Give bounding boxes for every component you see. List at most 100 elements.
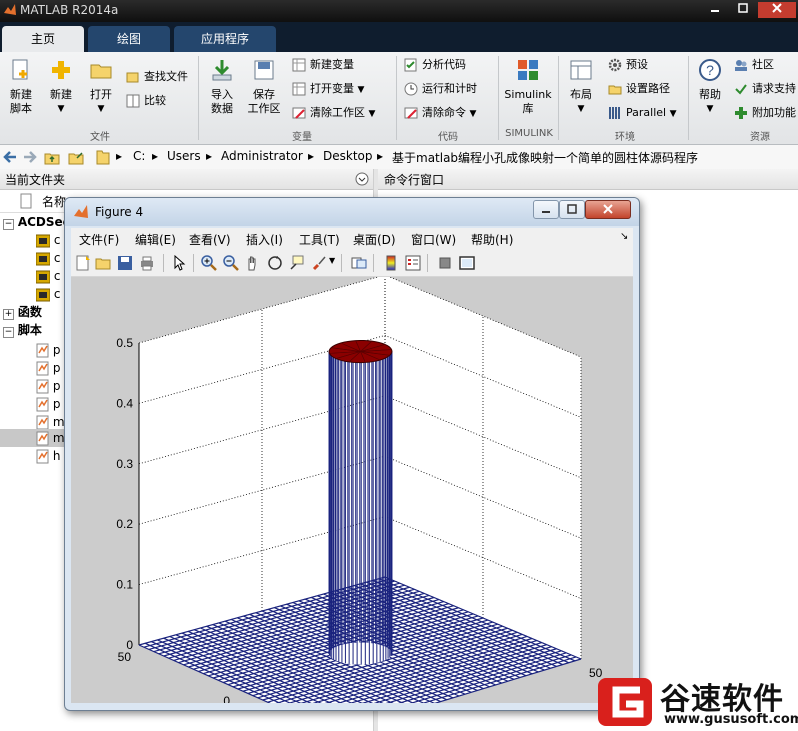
- menu-desktop[interactable]: 桌面(D): [353, 231, 396, 248]
- link-plot-icon[interactable]: [351, 255, 367, 271]
- list-item-selected[interactable]: m: [36, 429, 65, 447]
- ribbon-divider: [558, 56, 559, 140]
- parallel-button[interactable]: Parallel ▼: [608, 104, 677, 122]
- list-item[interactable]: c: [35, 249, 60, 267]
- open-variable-button[interactable]: 打开变量 ▼: [292, 80, 364, 98]
- print-icon[interactable]: [139, 255, 155, 271]
- pointer-icon[interactable]: [171, 255, 187, 271]
- preferences-button[interactable]: 预设: [608, 56, 648, 74]
- brush-icon[interactable]: [311, 255, 327, 271]
- script-file-icon: [36, 397, 49, 412]
- new-figure-icon[interactable]: [75, 255, 91, 271]
- figure-maximize-button[interactable]: [559, 200, 585, 219]
- community-label: 社区: [752, 58, 774, 71]
- save-workspace-button[interactable]: 保存 工作区: [244, 58, 284, 116]
- collapse-icon[interactable]: −: [3, 327, 14, 338]
- figure-title-bar[interactable]: Figure 4: [65, 198, 639, 226]
- breadcrumb-administrator[interactable]: Administrator: [221, 149, 303, 163]
- new-button[interactable]: 新建 ▼: [42, 58, 80, 116]
- toolbar-separator: [163, 254, 164, 272]
- list-item[interactable]: h: [36, 447, 60, 465]
- back-arrow-icon[interactable]: [2, 150, 18, 164]
- maximize-button[interactable]: [730, 2, 756, 18]
- image-file-icon: [35, 270, 51, 283]
- open-file-icon[interactable]: [95, 255, 111, 271]
- tree-group-functions[interactable]: + 函数: [3, 303, 42, 321]
- add-ons-button[interactable]: 附加功能: [734, 104, 796, 122]
- open-button[interactable]: 打开 ▼: [82, 58, 120, 116]
- layout-button[interactable]: 布局 ▼: [562, 58, 600, 116]
- list-item-label: p: [52, 379, 61, 393]
- list-item[interactable]: p: [36, 359, 60, 377]
- browse-folder-icon[interactable]: [68, 149, 84, 165]
- brush-dropdown-icon[interactable]: ▼: [329, 256, 335, 265]
- import-data-button[interactable]: 导入 数据: [202, 58, 242, 116]
- breadcrumb-project-folder[interactable]: 基于matlab编程小孔成像映射一个简单的圆柱体源码程序: [392, 149, 698, 166]
- hide-plot-tools-icon[interactable]: [437, 255, 453, 271]
- list-item-label: p: [52, 343, 61, 357]
- help-button[interactable]: ? 帮助 ▼: [692, 58, 728, 116]
- clear-commands-button[interactable]: 清除命令 ▼: [404, 104, 476, 122]
- list-item[interactable]: p: [36, 377, 60, 395]
- command-window-header: 命令行窗口: [378, 169, 798, 190]
- community-button[interactable]: 社区: [734, 56, 774, 74]
- menu-window[interactable]: 窗口(W): [411, 231, 456, 248]
- new-script-button[interactable]: 新建 脚本: [2, 58, 40, 116]
- legend-icon[interactable]: [405, 255, 421, 271]
- list-item[interactable]: p: [36, 395, 60, 413]
- pane-menu-icon[interactable]: [355, 172, 369, 186]
- tree-group-acdsee[interactable]: − ACDSee: [3, 213, 71, 231]
- menu-insert[interactable]: 插入(I): [246, 231, 283, 248]
- compare-button[interactable]: 比较: [126, 92, 166, 110]
- window-title-bar: MATLAB R2014a: [0, 0, 798, 22]
- show-plot-tools-icon[interactable]: [459, 255, 475, 271]
- save-icon[interactable]: [117, 255, 133, 271]
- menu-view[interactable]: 查看(V): [189, 231, 231, 248]
- run-and-time-button[interactable]: 运行和计时: [404, 80, 477, 98]
- zoom-out-icon[interactable]: [223, 255, 239, 271]
- simulink-library-button[interactable]: Simulink 库: [502, 58, 554, 116]
- close-button[interactable]: [758, 2, 796, 18]
- zoom-in-icon[interactable]: [201, 255, 217, 271]
- list-item[interactable]: p: [36, 341, 60, 359]
- add-ons-label: 附加功能: [752, 106, 796, 119]
- request-support-button[interactable]: 请求支持: [734, 80, 796, 98]
- menu-file[interactable]: 文件(F): [79, 231, 119, 248]
- file-icon: [20, 193, 32, 209]
- up-folder-icon[interactable]: [44, 149, 60, 165]
- breadcrumb-desktop[interactable]: Desktop: [323, 149, 373, 163]
- tab-apps[interactable]: 应用程序: [174, 26, 276, 52]
- forward-arrow-icon[interactable]: [22, 150, 38, 164]
- colorbar-icon[interactable]: [383, 255, 399, 271]
- matlab-logo-icon: [4, 4, 16, 15]
- clear-workspace-button[interactable]: 清除工作区 ▼: [292, 104, 375, 122]
- figure-close-button[interactable]: [585, 200, 631, 219]
- expand-icon[interactable]: +: [3, 309, 14, 320]
- find-files-button[interactable]: 查找文件: [126, 68, 188, 86]
- current-folder-header: 当前文件夹: [0, 169, 373, 190]
- analyze-code-button[interactable]: 分析代码: [404, 56, 466, 74]
- breadcrumb-drive[interactable]: C:: [133, 149, 145, 163]
- breadcrumb-users[interactable]: Users: [167, 149, 201, 163]
- menu-help[interactable]: 帮助(H): [471, 231, 513, 248]
- tab-home[interactable]: 主页: [2, 26, 84, 52]
- minimize-button[interactable]: [702, 2, 728, 18]
- pan-hand-icon[interactable]: [245, 255, 261, 271]
- menu-tools[interactable]: 工具(T): [299, 231, 340, 248]
- figure-minimize-button[interactable]: [533, 200, 559, 219]
- list-item[interactable]: c: [35, 231, 60, 249]
- column-name-header[interactable]: 名称: [42, 193, 66, 210]
- tree-group-scripts[interactable]: − 脚本: [3, 321, 42, 339]
- collapse-icon[interactable]: −: [3, 219, 14, 230]
- data-cursor-icon[interactable]: [289, 255, 305, 271]
- figure-canvas[interactable]: 00.10.20.30.40.5500-50-50050: [71, 274, 633, 731]
- rotate-3d-icon[interactable]: [267, 255, 283, 271]
- set-path-button[interactable]: 设置路径: [608, 80, 670, 98]
- dock-arrow-icon[interactable]: ↘: [620, 231, 628, 242]
- list-item[interactable]: c: [35, 267, 60, 285]
- list-item[interactable]: c: [35, 285, 60, 303]
- new-variable-button[interactable]: 新建变量: [292, 56, 354, 74]
- group-code-label: 代码: [438, 132, 458, 143]
- tab-plots[interactable]: 绘图: [88, 26, 170, 52]
- menu-edit[interactable]: 编辑(E): [135, 231, 176, 248]
